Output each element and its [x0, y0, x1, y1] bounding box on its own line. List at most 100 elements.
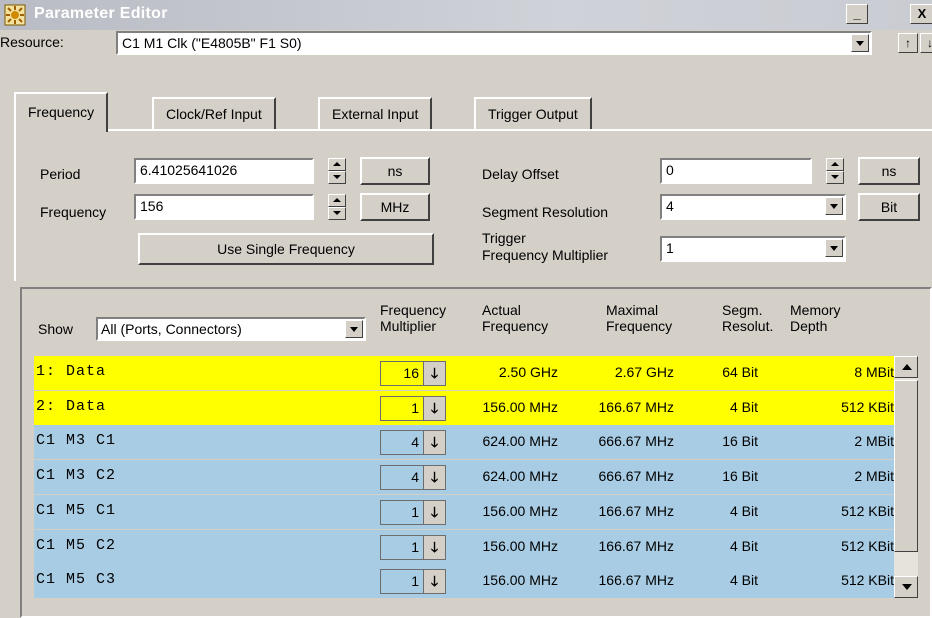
row-multiplier-dropdown[interactable]: 1 🡓 — [380, 534, 446, 560]
delay-offset-value: 0 — [666, 162, 674, 178]
row-maximal-frequency: 666.67 MHz — [598, 468, 674, 485]
tab-frequency[interactable]: Frequency — [14, 92, 109, 132]
spin-up-icon[interactable] — [328, 194, 346, 207]
chevron-down-icon[interactable] — [825, 239, 843, 257]
arrow-down-icon[interactable]: 🡓 — [423, 570, 445, 594]
row-name: C1 M5 C2 — [36, 536, 117, 554]
arrow-down-icon[interactable]: 🡓 — [423, 362, 445, 385]
segment-resolution-dropdown[interactable]: 4 — [660, 194, 846, 220]
spin-up-icon[interactable] — [826, 158, 844, 171]
title-bar[interactable]: Parameter Editor _ X — [0, 0, 932, 30]
arrow-down-icon[interactable]: 🡓 — [423, 466, 445, 490]
show-filter-value: All (Ports, Connectors) — [101, 321, 242, 337]
table-row[interactable]: 1: Data 16 🡓 2.50 GHz 2.67 GHz 64 Bit 8 MBit — [34, 356, 894, 390]
row-maximal-frequency: 166.67 MHz — [598, 502, 674, 519]
resource-value: C1 M1 Clk ("E4805B" F1 S0) — [122, 35, 302, 51]
header-mult-line2: Multiplier — [380, 318, 437, 334]
row-multiplier-dropdown[interactable]: 1 🡓 — [380, 499, 446, 525]
trigger-multiplier-label-line1: Trigger — [482, 230, 526, 246]
arrow-down-icon[interactable]: 🡓 — [423, 500, 445, 524]
row-multiplier-value: 1 — [411, 503, 419, 520]
row-multiplier-value: 4 — [411, 434, 419, 451]
resource-label: Resource: — [0, 34, 64, 50]
scroll-thumb[interactable] — [894, 380, 918, 552]
row-multiplier-value: 16 — [403, 365, 419, 381]
resource-up-button[interactable]: ↑ — [898, 33, 918, 53]
period-input[interactable]: 6.41025641026 — [134, 158, 314, 184]
resource-down-button[interactable]: ↓ — [920, 33, 932, 53]
arrow-down-icon[interactable]: 🡓 — [423, 431, 445, 455]
header-actual-line1: Actual — [482, 302, 521, 318]
frequency-spinner[interactable] — [328, 194, 346, 220]
header-actual-line2: Frequency — [482, 318, 549, 334]
row-name: C1 M3 C2 — [36, 467, 117, 485]
spin-down-icon[interactable] — [328, 171, 346, 184]
use-single-frequency-button[interactable]: Use Single Frequency — [138, 233, 434, 265]
table-row[interactable]: C1 M5 C2 1 🡓 156.00 MHz 166.67 MHz 4 Bit 512 K… — [34, 529, 894, 564]
delay-offset-unit-button[interactable]: ns — [858, 157, 920, 185]
segment-resolution-value: 4 — [666, 198, 674, 214]
frequency-unit-button[interactable]: MHz — [360, 193, 430, 221]
row-memory-depth: 512 KBit — [841, 502, 894, 519]
tab-external-input[interactable]: External Input — [318, 97, 433, 129]
row-memory-depth: 2 MBit — [854, 433, 894, 450]
row-multiplier-dropdown[interactable]: 1 🡓 — [380, 569, 446, 595]
table-row[interactable]: C1 M3 C1 4 🡓 624.00 MHz 666.67 MHz 16 Bit 2 MB… — [34, 425, 894, 460]
row-memory-depth: 512 KBit — [841, 537, 894, 554]
trigger-multiplier-dropdown[interactable]: 1 — [660, 236, 846, 262]
header-mem-line1: Memory — [790, 302, 841, 318]
row-memory-depth: 2 MBit — [854, 468, 894, 485]
segment-resolution-unit-button[interactable]: Bit — [858, 193, 920, 221]
table-scrollbar[interactable] — [894, 356, 918, 598]
minimize-button[interactable]: _ — [846, 4, 868, 24]
period-unit-button[interactable]: ns — [360, 157, 430, 185]
header-seg-line2: Resolut. — [722, 318, 774, 334]
arrow-down-icon[interactable]: 🡓 — [423, 396, 445, 420]
table-row[interactable]: C1 M5 C1 1 🡓 156.00 MHz 166.67 MHz 4 Bit 512 K… — [34, 494, 894, 529]
row-memory-depth: 8 MBit — [854, 364, 894, 380]
arrow-down-icon[interactable]: 🡓 — [423, 535, 445, 559]
delay-offset-spinner[interactable] — [826, 158, 844, 184]
header-max-line1: Maximal — [606, 302, 659, 318]
row-actual-frequency: 156.00 MHz — [482, 502, 558, 519]
row-multiplier-dropdown[interactable]: 16 🡓 — [380, 361, 446, 386]
spin-up-icon[interactable] — [328, 158, 346, 171]
chevron-down-icon[interactable] — [851, 34, 869, 52]
row-multiplier-dropdown[interactable]: 4 🡓 — [380, 465, 446, 491]
tab-clock-ref-input[interactable]: Clock/Ref Input — [152, 97, 276, 129]
period-spinner[interactable] — [328, 158, 346, 184]
row-multiplier-dropdown[interactable]: 1 🡓 — [380, 395, 446, 421]
chevron-down-icon[interactable] — [825, 197, 843, 215]
row-multiplier-dropdown[interactable]: 4 🡓 — [380, 430, 446, 456]
show-filter-dropdown[interactable]: All (Ports, Connectors) — [96, 317, 366, 341]
trigger-multiplier-label-line2: Frequency Multiplier — [482, 247, 609, 263]
close-button[interactable]: X — [910, 4, 932, 24]
table-row[interactable]: C1 M5 C3 1 🡓 156.00 MHz 166.67 MHz 4 Bit 512 K… — [34, 564, 894, 599]
chevron-down-icon[interactable] — [345, 320, 363, 338]
header-memory-depth: Memory Depth — [790, 302, 841, 334]
spin-down-icon[interactable] — [826, 171, 844, 184]
tab-trigger-output[interactable]: Trigger Output — [474, 97, 592, 129]
row-segm-resolut: 4 Bit — [729, 572, 758, 589]
header-frequency-multiplier: Frequency Multiplier — [380, 302, 446, 334]
row-actual-frequency: 156.00 MHz — [482, 572, 558, 589]
row-actual-frequency: 2.50 GHz — [498, 364, 558, 380]
row-segm-resolut: 16 Bit — [722, 433, 758, 450]
scroll-up-icon[interactable] — [894, 356, 918, 378]
table-row[interactable]: C1 M3 C2 4 🡓 624.00 MHz 666.67 MHz 16 Bit 2 MB… — [34, 460, 894, 495]
frequency-input[interactable]: 156 — [134, 194, 314, 220]
resource-dropdown[interactable]: C1 M1 Clk ("E4805B" F1 S0) — [116, 31, 872, 55]
row-maximal-frequency: 166.67 MHz — [598, 398, 674, 415]
row-maximal-frequency: 166.67 MHz — [598, 572, 674, 589]
segment-resolution-label: Segment Resolution — [482, 204, 609, 220]
spin-down-icon[interactable] — [328, 207, 346, 220]
scroll-down-icon[interactable] — [894, 576, 918, 598]
header-seg-line1: Segm. — [722, 302, 763, 318]
table-row[interactable]: 2: Data 1 🡓 156.00 MHz 166.67 MHz 4 Bit 512 KB… — [34, 390, 894, 425]
row-maximal-frequency: 166.67 MHz — [598, 537, 674, 554]
header-segm-resolut: Segm. Resolut. — [722, 302, 773, 334]
row-segm-resolut: 4 Bit — [729, 502, 758, 519]
row-name: C1 M5 C1 — [36, 501, 117, 519]
delay-offset-input[interactable]: 0 — [660, 158, 812, 184]
header-max-line2: Frequency — [606, 318, 673, 334]
